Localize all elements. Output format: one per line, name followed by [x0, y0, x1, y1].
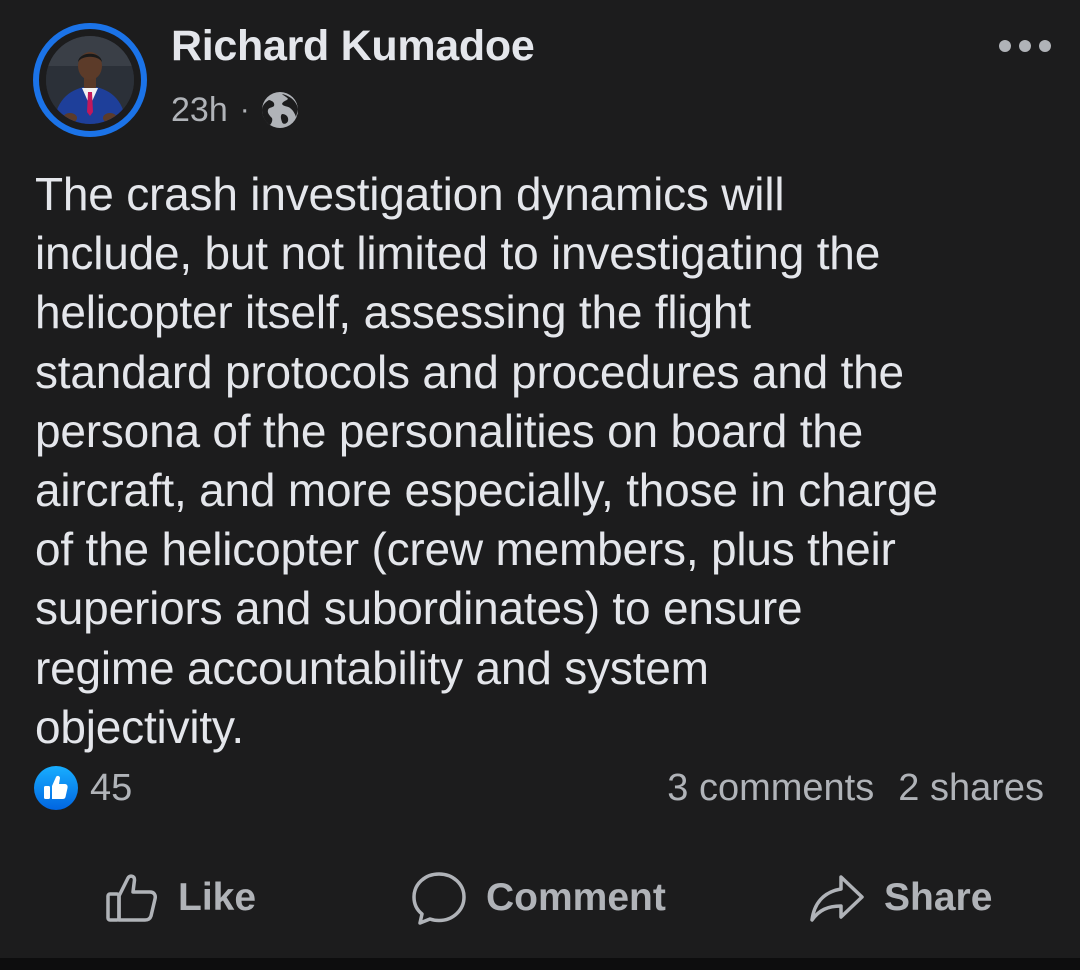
comment-button[interactable]: Comment: [410, 862, 666, 934]
globe-icon[interactable]: [260, 90, 300, 130]
reaction-count[interactable]: 45: [90, 766, 132, 810]
thumbs-up-icon: [106, 874, 157, 922]
post-timestamp[interactable]: 23h: [171, 91, 228, 130]
thumbs-up-badge-icon[interactable]: [34, 766, 78, 810]
share-label: Share: [884, 876, 993, 919]
facebook-post: Richard Kumadoe 23h · The crash investig…: [0, 0, 1080, 970]
post-meta: 23h ·: [171, 88, 300, 132]
post-body-text: The crash investigation dynamics will in…: [35, 168, 938, 753]
post-divider: [0, 958, 1080, 970]
shares-count[interactable]: 2 shares: [898, 766, 1044, 810]
avatar[interactable]: [46, 36, 134, 124]
engagement-stats: 3 comments 2 shares: [667, 766, 1044, 810]
comment-bubble-icon: [412, 872, 466, 925]
action-bar: Like Comment Share: [0, 862, 1080, 934]
more-options-icon[interactable]: [997, 36, 1053, 56]
share-arrow-icon: [810, 875, 864, 922]
avatar-story-ring[interactable]: [33, 23, 147, 137]
comment-label: Comment: [486, 876, 666, 919]
meta-separator: ·: [239, 93, 250, 126]
like-label: Like: [178, 876, 257, 919]
comments-count[interactable]: 3 comments: [667, 766, 874, 810]
like-button[interactable]: Like: [104, 862, 256, 934]
avatar-photo: [46, 36, 134, 124]
share-button[interactable]: Share: [808, 862, 992, 934]
author-name[interactable]: Richard Kumadoe: [171, 22, 535, 71]
